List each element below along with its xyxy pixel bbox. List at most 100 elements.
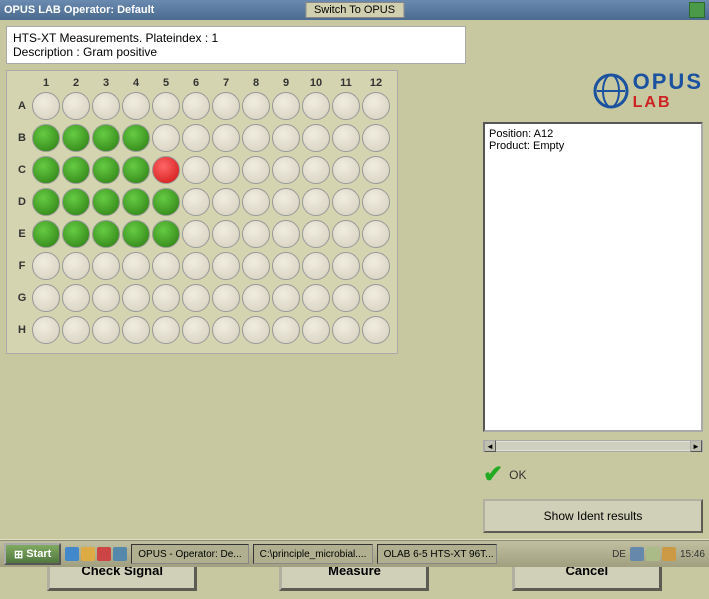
well-H8[interactable] bbox=[242, 316, 270, 344]
well-F1[interactable] bbox=[32, 252, 60, 280]
well-F11[interactable] bbox=[332, 252, 360, 280]
well-A4[interactable] bbox=[122, 92, 150, 120]
well-H11[interactable] bbox=[332, 316, 360, 344]
well-A9[interactable] bbox=[272, 92, 300, 120]
well-H5[interactable] bbox=[152, 316, 180, 344]
well-H4[interactable] bbox=[122, 316, 150, 344]
well-G10[interactable] bbox=[302, 284, 330, 312]
well-B3[interactable] bbox=[92, 124, 120, 152]
well-B11[interactable] bbox=[332, 124, 360, 152]
well-G12[interactable] bbox=[362, 284, 390, 312]
well-E2[interactable] bbox=[62, 220, 90, 248]
taskbar-item-olab[interactable]: OLAB 6-5 HTS-XT 96T... bbox=[377, 544, 497, 564]
well-D6[interactable] bbox=[182, 188, 210, 216]
well-G11[interactable] bbox=[332, 284, 360, 312]
well-G2[interactable] bbox=[62, 284, 90, 312]
well-B6[interactable] bbox=[182, 124, 210, 152]
well-G5[interactable] bbox=[152, 284, 180, 312]
well-G1[interactable] bbox=[32, 284, 60, 312]
well-E7[interactable] bbox=[212, 220, 240, 248]
well-D9[interactable] bbox=[272, 188, 300, 216]
well-H2[interactable] bbox=[62, 316, 90, 344]
well-D10[interactable] bbox=[302, 188, 330, 216]
well-A3[interactable] bbox=[92, 92, 120, 120]
well-A6[interactable] bbox=[182, 92, 210, 120]
well-E6[interactable] bbox=[182, 220, 210, 248]
well-E3[interactable] bbox=[92, 220, 120, 248]
well-H7[interactable] bbox=[212, 316, 240, 344]
well-A7[interactable] bbox=[212, 92, 240, 120]
well-H6[interactable] bbox=[182, 316, 210, 344]
well-G6[interactable] bbox=[182, 284, 210, 312]
well-B8[interactable] bbox=[242, 124, 270, 152]
well-C7[interactable] bbox=[212, 156, 240, 184]
well-E8[interactable] bbox=[242, 220, 270, 248]
well-D8[interactable] bbox=[242, 188, 270, 216]
well-F8[interactable] bbox=[242, 252, 270, 280]
well-G4[interactable] bbox=[122, 284, 150, 312]
well-H1[interactable] bbox=[32, 316, 60, 344]
well-C5[interactable] bbox=[152, 156, 180, 184]
well-D1[interactable] bbox=[32, 188, 60, 216]
well-D2[interactable] bbox=[62, 188, 90, 216]
well-G3[interactable] bbox=[92, 284, 120, 312]
app-icon[interactable] bbox=[113, 547, 127, 561]
well-A11[interactable] bbox=[332, 92, 360, 120]
well-E5[interactable] bbox=[152, 220, 180, 248]
well-E1[interactable] bbox=[32, 220, 60, 248]
switch-to-opus-button[interactable]: Switch To OPUS bbox=[305, 2, 404, 18]
well-E12[interactable] bbox=[362, 220, 390, 248]
well-D5[interactable] bbox=[152, 188, 180, 216]
ie-icon[interactable] bbox=[65, 547, 79, 561]
well-B12[interactable] bbox=[362, 124, 390, 152]
well-D3[interactable] bbox=[92, 188, 120, 216]
scroll-track[interactable] bbox=[496, 442, 690, 450]
well-C11[interactable] bbox=[332, 156, 360, 184]
well-C10[interactable] bbox=[302, 156, 330, 184]
well-D4[interactable] bbox=[122, 188, 150, 216]
well-G9[interactable] bbox=[272, 284, 300, 312]
well-B4[interactable] bbox=[122, 124, 150, 152]
well-F2[interactable] bbox=[62, 252, 90, 280]
well-F9[interactable] bbox=[272, 252, 300, 280]
well-C4[interactable] bbox=[122, 156, 150, 184]
well-B5[interactable] bbox=[152, 124, 180, 152]
horizontal-scrollbar[interactable]: ◄ ► bbox=[483, 440, 703, 452]
well-A5[interactable] bbox=[152, 92, 180, 120]
well-D7[interactable] bbox=[212, 188, 240, 216]
well-C6[interactable] bbox=[182, 156, 210, 184]
well-B9[interactable] bbox=[272, 124, 300, 152]
well-F7[interactable] bbox=[212, 252, 240, 280]
well-F10[interactable] bbox=[302, 252, 330, 280]
well-F12[interactable] bbox=[362, 252, 390, 280]
well-F4[interactable] bbox=[122, 252, 150, 280]
show-ident-results-button[interactable]: Show Ident results bbox=[483, 499, 703, 533]
folder-icon[interactable] bbox=[81, 547, 95, 561]
well-E9[interactable] bbox=[272, 220, 300, 248]
taskbar-item-opus[interactable]: OPUS - Operator: De... bbox=[131, 544, 248, 564]
scroll-right-arrow[interactable]: ► bbox=[690, 440, 702, 452]
well-G8[interactable] bbox=[242, 284, 270, 312]
well-B10[interactable] bbox=[302, 124, 330, 152]
well-F5[interactable] bbox=[152, 252, 180, 280]
well-A8[interactable] bbox=[242, 92, 270, 120]
well-D12[interactable] bbox=[362, 188, 390, 216]
well-B1[interactable] bbox=[32, 124, 60, 152]
well-E4[interactable] bbox=[122, 220, 150, 248]
well-E11[interactable] bbox=[332, 220, 360, 248]
well-C8[interactable] bbox=[242, 156, 270, 184]
well-A10[interactable] bbox=[302, 92, 330, 120]
well-A12[interactable] bbox=[362, 92, 390, 120]
well-H10[interactable] bbox=[302, 316, 330, 344]
well-C12[interactable] bbox=[362, 156, 390, 184]
well-E10[interactable] bbox=[302, 220, 330, 248]
well-B2[interactable] bbox=[62, 124, 90, 152]
well-C2[interactable] bbox=[62, 156, 90, 184]
well-C9[interactable] bbox=[272, 156, 300, 184]
well-F6[interactable] bbox=[182, 252, 210, 280]
well-A1[interactable] bbox=[32, 92, 60, 120]
well-A2[interactable] bbox=[62, 92, 90, 120]
well-C3[interactable] bbox=[92, 156, 120, 184]
media-icon[interactable] bbox=[97, 547, 111, 561]
well-H12[interactable] bbox=[362, 316, 390, 344]
